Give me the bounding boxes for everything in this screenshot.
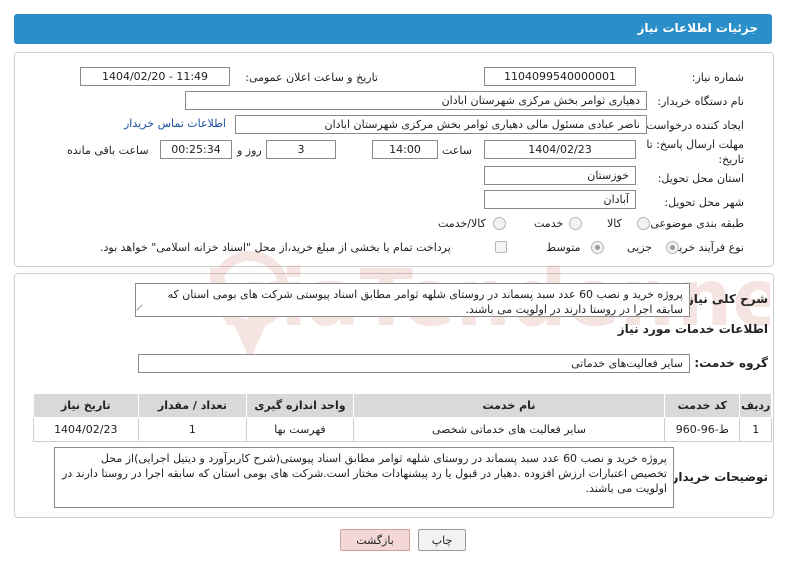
contact-info-link[interactable]: اطلاعات تماس خریدار: [124, 117, 226, 130]
category-radio-goods[interactable]: [637, 217, 650, 230]
resize-grip-icon[interactable]: [136, 304, 148, 316]
treasury-checkbox[interactable]: [495, 241, 507, 253]
category-radio-goods-service[interactable]: [493, 217, 506, 230]
deadline-time-field: 14:00: [372, 140, 438, 159]
service-group-label: گروه خدمت:: [694, 356, 768, 370]
back-button[interactable]: بازگشت: [340, 529, 410, 551]
buyer-notes-textarea[interactable]: پروژه خرید و نصب 60 عدد سبد پسماند در رو…: [54, 447, 674, 508]
payment-note: پرداخت تمام یا بخشی از مبلغ خرید،از محل …: [100, 241, 451, 254]
description-label: شرح کلی نیاز:: [682, 292, 768, 306]
need-number-label: شماره نیاز:: [691, 71, 744, 84]
service-group-field: سایر فعالیت‌های خدماتی: [138, 354, 690, 373]
creator-label: ایجاد کننده درخواست:: [642, 119, 744, 132]
category-option-service: خدمت: [534, 217, 564, 230]
province-field: خوزستان: [484, 166, 636, 185]
buyer-org-label: نام دستگاه خریدار:: [657, 95, 744, 108]
table-header-row: ردیف کد خدمت نام خدمت واحد اندازه گیری ت…: [33, 393, 772, 418]
announce-label: تاریخ و ساعت اعلان عمومی:: [245, 71, 378, 84]
table-row: 1 ط-96-960 سایر فعالیت های خدماتی شخصی ف…: [33, 417, 772, 442]
buyer-org-field: دهیاری ثوامر بخش مرکزی شهرستان ابادان: [185, 91, 647, 110]
need-number-field: 1104099540000001: [484, 67, 636, 86]
deadline-label-date: تاریخ:: [718, 153, 744, 166]
cell-unit: فهرست بها: [246, 417, 354, 442]
page-title: جزئیات اطلاعات نیاز: [637, 21, 758, 35]
remaining-time-field: 00:25:34: [160, 140, 232, 159]
city-field: آبادان: [484, 190, 636, 209]
process-option-medium: متوسط: [546, 241, 581, 254]
buyer-notes-label: توضیحات خریدار:: [666, 470, 768, 484]
process-option-minor: جزیی: [627, 241, 653, 254]
services-table: ردیف کد خدمت نام خدمت واحد اندازه گیری ت…: [33, 393, 772, 442]
description-text: پروژه خرید و نصب 60 عدد سبد پسماند در رو…: [167, 288, 683, 316]
category-radio-service[interactable]: [569, 217, 582, 230]
city-label: شهر محل تحویل:: [664, 196, 744, 209]
col-index: ردیف: [739, 393, 772, 418]
category-label: طبقه بندی موضوعی:: [646, 217, 744, 230]
cell-index: 1: [739, 417, 772, 442]
col-qty: تعداد / مقدار: [137, 393, 248, 418]
province-label: استان محل تحویل:: [657, 172, 744, 185]
print-button[interactable]: چاپ: [418, 529, 466, 551]
cell-code: ط-96-960: [664, 417, 741, 442]
deadline-date-field: 1404/02/23: [484, 140, 636, 159]
cell-qty: 1: [137, 417, 248, 442]
remaining-label: ساعت باقی مانده: [67, 144, 149, 157]
deadline-label: مهلت ارسال پاسخ: تا: [646, 138, 744, 151]
process-radio-minor[interactable]: [666, 241, 679, 254]
announce-field: 1404/02/20 - 11:49: [80, 67, 230, 86]
page-header: جزئیات اطلاعات نیاز: [14, 14, 772, 44]
cell-date: 1404/02/23: [33, 417, 139, 442]
description-textarea[interactable]: پروژه خرید و نصب 60 عدد سبد پسماند در رو…: [135, 283, 690, 317]
col-name: نام خدمت: [352, 393, 666, 418]
category-option-goods: کالا: [607, 217, 622, 230]
buyer-notes-text: پروژه خرید و نصب 60 عدد سبد پسماند در رو…: [62, 452, 667, 495]
creator-field: ناصر عبادی مسئول مالی دهیاری ثوامر بخش م…: [235, 115, 647, 134]
cell-name: سایر فعالیت های خدماتی شخصی: [352, 417, 666, 442]
col-unit: واحد اندازه گیری: [246, 393, 354, 418]
col-code: کد خدمت: [664, 393, 741, 418]
time-label: ساعت: [442, 144, 472, 157]
days-label: روز و: [237, 144, 262, 157]
process-radio-medium[interactable]: [591, 241, 604, 254]
category-option-goods-service: کالا/خدمت: [438, 217, 486, 230]
days-field: 3: [266, 140, 336, 159]
col-date: تاریخ نیاز: [33, 393, 139, 418]
services-section-title: اطلاعات خدمات مورد نیاز: [617, 322, 768, 336]
